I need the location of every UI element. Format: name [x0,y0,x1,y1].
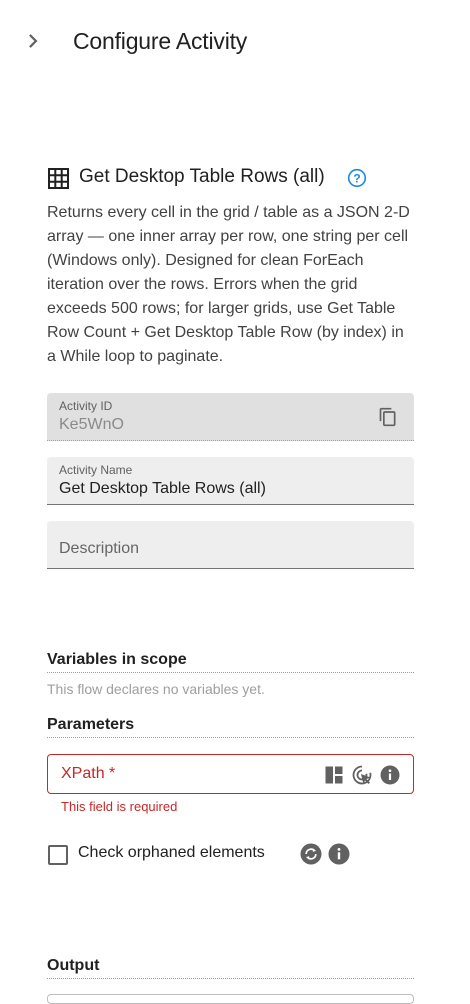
page-title: Configure Activity [73,28,248,54]
xpath-error-text: This field is required [61,799,178,814]
activity-name-value[interactable]: Get Desktop Table Rows (all) [59,480,266,498]
activity-description: Returns every cell in the grid / table a… [47,204,410,365]
output-field[interactable] [47,994,414,1004]
description-field[interactable]: Description [47,521,414,569]
table-grid-icon [48,168,69,189]
svg-text:?: ? [353,171,360,185]
xpath-field[interactable]: XPath * [47,754,414,794]
variables-heading: Variables in scope [47,651,414,673]
info-icon[interactable] [380,765,400,785]
activity-id-field: Activity ID Ke5WnO [47,393,414,441]
chevron-right-icon[interactable] [22,30,44,52]
xpath-label: XPath * [61,765,116,782]
description-placeholder: Description [59,540,140,557]
variables-empty-text: This flow declares no variables yet. [47,681,265,697]
check-orphaned-label[interactable]: Check orphaned elements [78,844,265,862]
activity-name-field[interactable]: Activity Name Get Desktop Table Rows (al… [47,457,414,505]
layout-icon[interactable] [324,765,344,785]
activity-id-value: Ke5WnO [59,416,124,433]
refresh-icon[interactable] [300,843,322,865]
check-orphaned-checkbox[interactable] [48,845,68,865]
activity-title: Get Desktop Table Rows (all) [79,166,325,187]
pick-element-icon[interactable] [352,765,372,785]
activity-name-label: Activity Name [59,463,133,477]
parameters-heading: Parameters [47,716,414,738]
output-heading: Output [47,957,414,979]
activity-id-label: Activity ID [59,399,113,413]
help-circle-icon[interactable]: ? [347,168,367,188]
copy-icon[interactable] [378,407,398,427]
info-icon[interactable] [328,843,350,865]
